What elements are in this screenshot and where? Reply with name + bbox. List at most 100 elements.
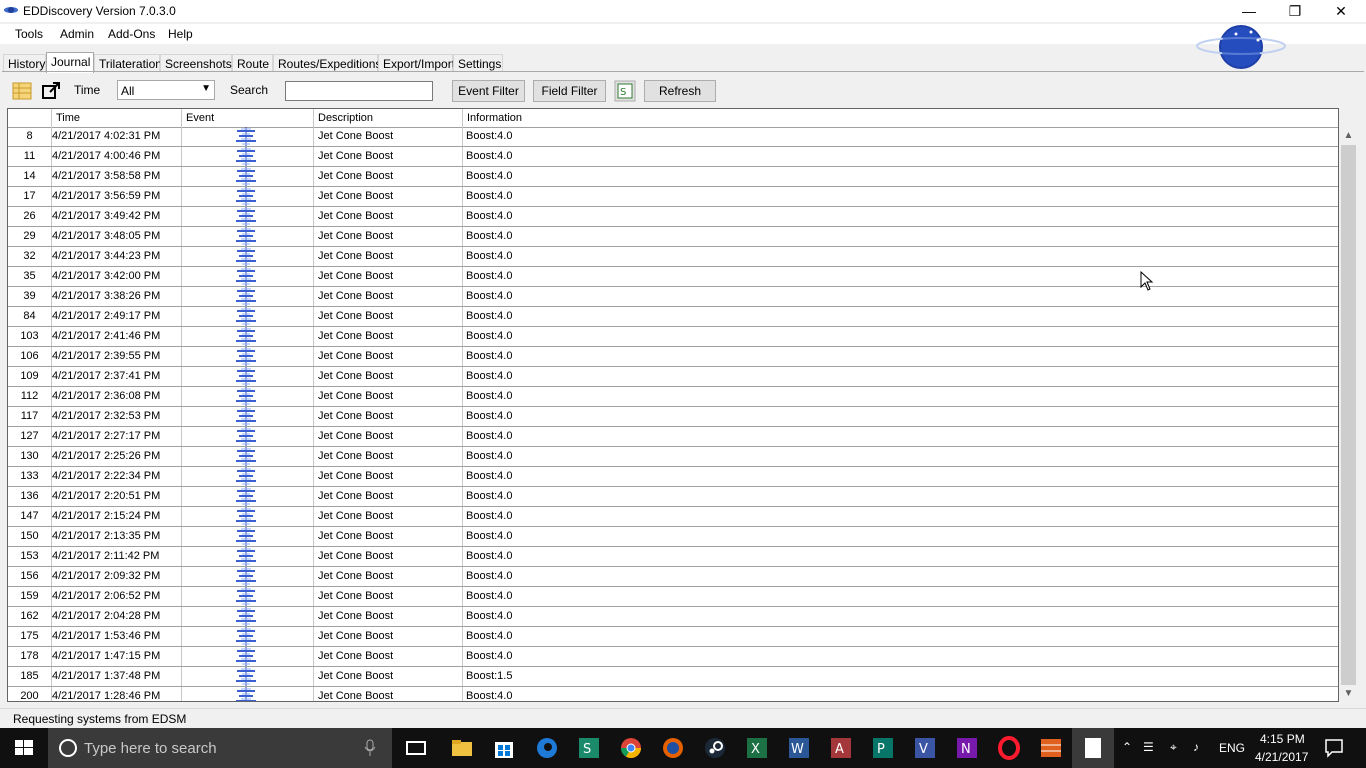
row-index: 109 (8, 367, 52, 386)
search-input[interactable] (285, 81, 433, 101)
table-row[interactable]: 29 4/21/2017 3:48:05 PM Jet Cone Boost Boos… (8, 227, 1338, 247)
volume-icon[interactable]: ♪ (1193, 740, 1199, 754)
vertical-scrollbar[interactable]: ▲ ▼ (1340, 127, 1357, 702)
jet-cone-boost-icon (236, 327, 256, 346)
col-header-index[interactable] (8, 109, 52, 127)
tab-trilateration[interactable]: Trilateration (94, 54, 162, 72)
wifi-icon[interactable]: ⌖ (1170, 740, 1177, 755)
table-row[interactable]: 112 4/21/2017 2:36:08 PM Jet Cone Boost Boo… (8, 387, 1338, 407)
excel-icon[interactable]: X (745, 736, 769, 760)
publisher-icon[interactable]: P (871, 736, 895, 760)
table-row[interactable]: 200 4/21/2017 1:28:46 PM Jet Cone Boost Boo… (8, 687, 1338, 702)
word-icon[interactable]: W (787, 736, 811, 760)
microphone-icon[interactable] (364, 739, 376, 757)
table-row[interactable]: 159 4/21/2017 2:06:52 PM Jet Cone Boost Boo… (8, 587, 1338, 607)
table-row[interactable]: 39 4/21/2017 3:38:26 PM Jet Cone Boost Boos… (8, 287, 1338, 307)
table-row[interactable]: 35 4/21/2017 3:42:00 PM Jet Cone Boost Boos… (8, 267, 1338, 287)
menu-tools[interactable]: Tools (15, 27, 43, 41)
row-index: 8 (8, 127, 52, 146)
table-row[interactable]: 185 4/21/2017 1:37:48 PM Jet Cone Boost Boo… (8, 667, 1338, 687)
excel-export-icon[interactable]: S (614, 80, 636, 102)
windows-start-icon[interactable] (0, 728, 48, 768)
table-row[interactable]: 26 4/21/2017 3:49:42 PM Jet Cone Boost Boos… (8, 207, 1338, 227)
notepad-icon[interactable] (1084, 737, 1102, 759)
tab-routes-expeditions[interactable]: Routes/Expeditions (273, 54, 381, 72)
row-time: 4/21/2017 2:36:08 PM (52, 387, 182, 406)
language-indicator[interactable]: ENG (1219, 741, 1245, 755)
clock-time[interactable]: 4:15 PM (1260, 732, 1305, 746)
table-row[interactable]: 175 4/21/2017 1:53:46 PM Jet Cone Boost Boo… (8, 627, 1338, 647)
table-row[interactable]: 153 4/21/2017 2:11:42 PM Jet Cone Boost Boo… (8, 547, 1338, 567)
scroll-up-arrow-icon[interactable]: ▲ (1340, 127, 1357, 144)
col-header-information[interactable]: Information (463, 109, 1338, 127)
table-row[interactable]: 32 4/21/2017 3:44:23 PM Jet Cone Boost Boos… (8, 247, 1338, 267)
row-information: Boost:4.0 (466, 690, 513, 702)
search-label: Search (230, 83, 269, 97)
tab-screenshots[interactable]: Screenshots (160, 54, 232, 72)
file-explorer-icon[interactable] (450, 736, 474, 760)
row-information: Boost:4.0 (466, 510, 513, 522)
table-row[interactable]: 150 4/21/2017 2:13:35 PM Jet Cone Boost Boo… (8, 527, 1338, 547)
edge-icon[interactable] (535, 736, 559, 760)
steam-icon[interactable] (703, 736, 727, 760)
grid-view-icon[interactable] (11, 80, 33, 102)
opera-icon[interactable] (997, 736, 1021, 760)
firefox-icon[interactable] (661, 736, 685, 760)
tab-settings[interactable]: Settings (453, 54, 503, 72)
table-row[interactable]: 178 4/21/2017 1:47:15 PM Jet Cone Boost Boo… (8, 647, 1338, 667)
restore-button[interactable]: ❐ (1272, 0, 1318, 22)
scroll-down-arrow-icon[interactable]: ▼ (1340, 685, 1357, 702)
menu-help[interactable]: Help (168, 27, 193, 41)
tab-journal[interactable]: Journal (46, 52, 94, 73)
access-icon[interactable]: A (829, 736, 853, 760)
sway-icon[interactable]: S (577, 736, 601, 760)
table-row[interactable]: 133 4/21/2017 2:22:34 PM Jet Cone Boost Boo… (8, 467, 1338, 487)
menu-add-ons[interactable]: Add-Ons (108, 27, 155, 41)
table-row[interactable]: 14 4/21/2017 3:58:58 PM Jet Cone Boost Boos… (8, 167, 1338, 187)
table-row[interactable]: 117 4/21/2017 2:32:53 PM Jet Cone Boost Boo… (8, 407, 1338, 427)
refresh-button[interactable]: Refresh (644, 80, 716, 102)
event-filter-button[interactable]: Event Filter (452, 80, 525, 102)
table-row[interactable]: 127 4/21/2017 2:27:17 PM Jet Cone Boost Boo… (8, 427, 1338, 447)
col-header-description[interactable]: Description (314, 109, 463, 127)
row-index: 200 (8, 687, 52, 701)
tab-route[interactable]: Route (232, 54, 273, 72)
menu-admin[interactable]: Admin (60, 27, 94, 41)
input-method-icon[interactable]: ☰ (1143, 740, 1154, 754)
popout-icon[interactable] (40, 80, 62, 102)
taskbar-search-box[interactable]: Type here to search (48, 728, 392, 768)
table-row[interactable]: 8 4/21/2017 4:02:31 PM Jet Cone Boost Boost… (8, 127, 1338, 147)
table-row[interactable]: 106 4/21/2017 2:39:55 PM Jet Cone Boost Boo… (8, 347, 1338, 367)
store-icon[interactable] (492, 736, 516, 760)
table-row[interactable]: 103 4/21/2017 2:41:46 PM Jet Cone Boost Boo… (8, 327, 1338, 347)
minimize-button[interactable]: — (1226, 0, 1272, 22)
row-description: Jet Cone Boost (314, 487, 463, 506)
col-header-event[interactable]: Event (182, 109, 314, 127)
col-header-time[interactable]: Time (52, 109, 182, 127)
task-view-icon[interactable] (404, 736, 428, 760)
onenote-icon[interactable]: N (955, 736, 979, 760)
table-row[interactable]: 162 4/21/2017 2:04:28 PM Jet Cone Boost Boo… (8, 607, 1338, 627)
table-row[interactable]: 156 4/21/2017 2:09:32 PM Jet Cone Boost Boo… (8, 567, 1338, 587)
show-hidden-icons-chevron-icon[interactable]: ⌃ (1122, 740, 1132, 754)
tab-history[interactable]: History (3, 54, 46, 72)
journal-grid[interactable]: Time Event Description Information 8 4/21… (7, 108, 1339, 702)
table-row[interactable]: 147 4/21/2017 2:15:24 PM Jet Cone Boost Boo… (8, 507, 1338, 527)
table-row[interactable]: 84 4/21/2017 2:49:17 PM Jet Cone Boost Boos… (8, 307, 1338, 327)
table-row[interactable]: 136 4/21/2017 2:20:51 PM Jet Cone Boost Boo… (8, 487, 1338, 507)
eddiscovery-taskbar-icon[interactable] (1039, 736, 1063, 760)
scroll-thumb[interactable] (1341, 145, 1356, 685)
chrome-icon[interactable] (619, 736, 643, 760)
action-center-icon[interactable] (1322, 736, 1346, 760)
tab-export-import[interactable]: Export/Import (378, 54, 455, 72)
time-select[interactable]: All ▼ (117, 80, 215, 100)
visio-icon[interactable]: V (913, 736, 937, 760)
clock-date[interactable]: 4/21/2017 (1255, 750, 1308, 764)
field-filter-button[interactable]: Field Filter (533, 80, 606, 102)
row-time: 4/21/2017 4:02:31 PM (52, 127, 182, 146)
close-button[interactable]: ✕ (1318, 0, 1364, 22)
table-row[interactable]: 17 4/21/2017 3:56:59 PM Jet Cone Boost Boos… (8, 187, 1338, 207)
table-row[interactable]: 11 4/21/2017 4:00:46 PM Jet Cone Boost Boos… (8, 147, 1338, 167)
table-row[interactable]: 130 4/21/2017 2:25:26 PM Jet Cone Boost Boo… (8, 447, 1338, 467)
table-row[interactable]: 109 4/21/2017 2:37:41 PM Jet Cone Boost Boo… (8, 367, 1338, 387)
